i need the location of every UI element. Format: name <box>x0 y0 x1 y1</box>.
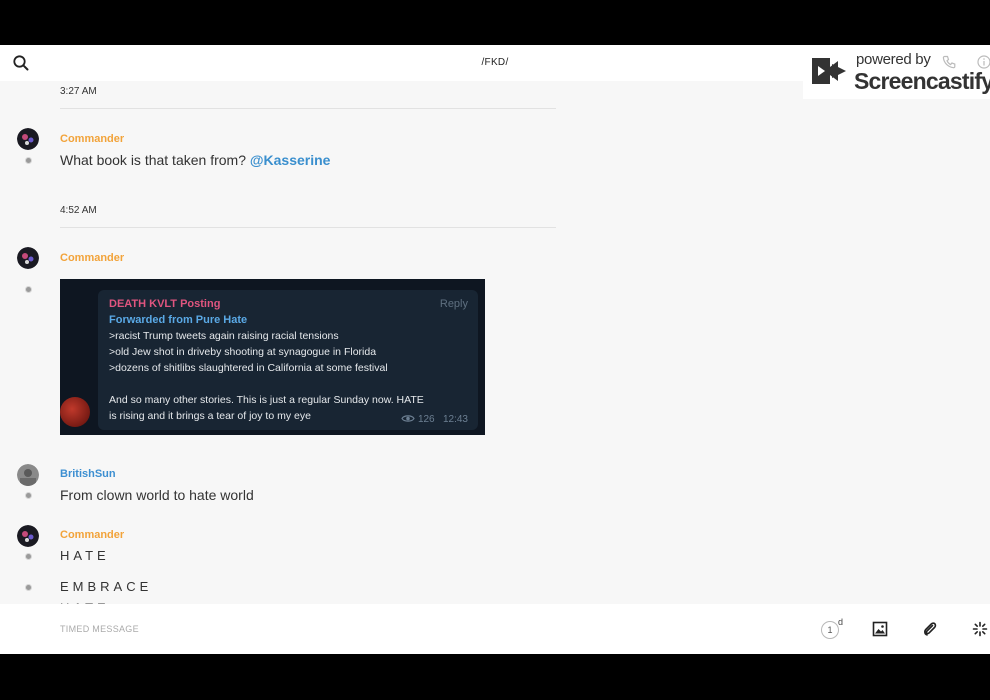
channel-avatar <box>60 397 90 427</box>
forwarded-post: DEATH KVLT Posting Reply Forwarded from … <box>98 290 478 430</box>
timer-unit: d <box>838 617 844 627</box>
mention-link[interactable]: @Kasserine <box>250 152 331 168</box>
username[interactable]: Commander <box>60 529 124 541</box>
forwarded-from: Forwarded from Pure Hate <box>109 314 248 326</box>
image-icon[interactable] <box>872 621 888 637</box>
message-input[interactable] <box>60 618 660 640</box>
timestamp: 3:27 AM <box>60 86 97 97</box>
post-line: >dozens of shitlibs slaughtered in Calif… <box>109 362 388 374</box>
post-meta: 126 12:43 <box>401 414 468 425</box>
watermark-powered-by: powered by <box>856 51 931 68</box>
image-attachment[interactable]: DEATH KVLT Posting Reply Forwarded from … <box>60 279 485 435</box>
avatar[interactable] <box>17 128 39 150</box>
status-dot <box>25 492 32 499</box>
post-line: >old Jew shot in driveby shooting at syn… <box>109 346 377 358</box>
divider <box>60 108 556 109</box>
timer-icon[interactable]: 1 d <box>821 617 847 640</box>
avatar[interactable] <box>17 525 39 547</box>
message-text: From clown world to hate world <box>60 487 254 503</box>
avatar[interactable] <box>17 464 39 486</box>
message-text: EMBRACE <box>60 579 153 594</box>
view-count: 126 <box>417 414 435 425</box>
channel-name: DEATH KVLT Posting <box>109 298 221 310</box>
post-line: And so many other stories. This is just … <box>109 394 424 406</box>
paperclip-icon[interactable] <box>922 621 938 637</box>
info-icon[interactable] <box>977 55 990 69</box>
timer-value: 1 <box>821 621 839 639</box>
divider <box>60 227 556 228</box>
status-dot <box>25 553 32 560</box>
sparkle-icon[interactable] <box>972 621 988 637</box>
avatar[interactable] <box>17 247 39 269</box>
message-body: What book is that taken from? <box>60 152 246 168</box>
screencastify-logo-icon <box>812 58 846 84</box>
status-dot <box>25 286 32 293</box>
username[interactable]: BritishSun <box>60 468 116 480</box>
post-time: 12:43 <box>442 414 468 425</box>
message-text: What book is that taken from? @Kasserine <box>60 152 330 168</box>
chat-window: /FKD/ powered by Screencastify 3:27 AM C… <box>0 45 990 654</box>
message-text: HATE <box>60 548 110 563</box>
eye-icon <box>401 415 415 422</box>
status-dot <box>25 584 32 591</box>
post-line: is rising and it brings a tear of joy to… <box>109 410 311 422</box>
screencastify-watermark: powered by Screencastify <box>803 45 990 99</box>
reply-label: Reply <box>439 298 468 310</box>
composer-bar: 1 d <box>0 604 990 654</box>
timestamp: 4:52 AM <box>60 205 97 216</box>
status-dot <box>25 157 32 164</box>
phone-icon[interactable] <box>942 55 956 69</box>
watermark-brand: Screencastify <box>854 68 990 94</box>
username[interactable]: Commander <box>60 133 124 145</box>
post-line: >racist Trump tweets again raising racia… <box>109 330 339 342</box>
username[interactable]: Commander <box>60 252 124 264</box>
